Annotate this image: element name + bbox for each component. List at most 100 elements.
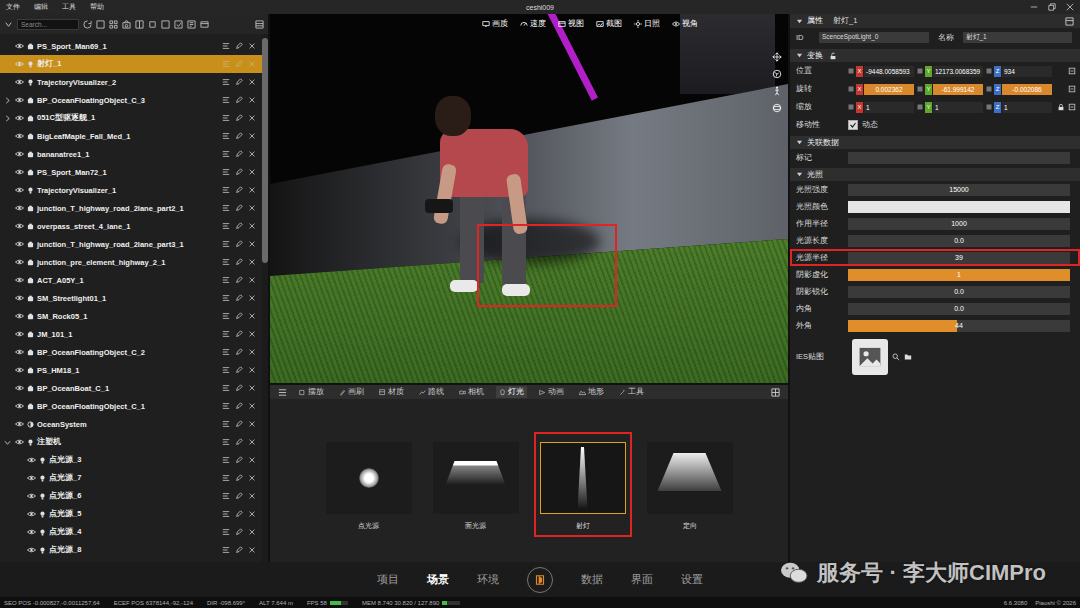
toolbar-icon[interactable] [135, 20, 144, 29]
vector-field[interactable]: Y 1 [917, 102, 983, 113]
vector-field[interactable]: X -9448.0058593 [848, 66, 914, 77]
details-icon[interactable] [222, 240, 230, 248]
viewport-tool[interactable]: 日照 [634, 18, 660, 29]
details-icon[interactable] [222, 474, 230, 482]
eye-icon[interactable] [15, 295, 24, 301]
details-icon[interactable] [222, 150, 230, 158]
toolbar-icon[interactable] [200, 20, 209, 29]
asset-tab[interactable]: 材质 [376, 386, 407, 398]
pencil-icon[interactable] [235, 420, 243, 428]
minimize-icon[interactable] [1030, 3, 1038, 11]
menu-item[interactable]: 文件 [6, 2, 20, 12]
details-icon[interactable] [222, 420, 230, 428]
delete-icon[interactable] [248, 168, 256, 176]
delete-icon[interactable] [248, 42, 256, 50]
close-icon[interactable] [1066, 3, 1074, 11]
delete-icon[interactable] [248, 78, 256, 86]
asset-card[interactable]: 定向 [643, 434, 737, 535]
outliner-row[interactable]: 点光源_7 [0, 469, 262, 487]
nav-item[interactable]: 环境 [477, 573, 499, 587]
details-icon[interactable] [222, 186, 230, 194]
delete-icon[interactable] [248, 240, 256, 248]
outliner-row[interactable]: 点光源_8 [0, 541, 262, 559]
pencil-icon[interactable] [235, 456, 243, 464]
delete-icon[interactable] [248, 186, 256, 194]
outliner-row[interactable]: TrajectoryVisualizer_1 [0, 181, 262, 199]
outliner-row[interactable]: SM_Rock05_1 [0, 307, 262, 325]
eye-icon[interactable] [15, 385, 24, 391]
number-field[interactable]: 0.0 [848, 286, 1070, 298]
delete-icon[interactable] [248, 510, 256, 518]
eye-icon[interactable] [15, 169, 24, 175]
details-icon[interactable] [222, 366, 230, 374]
delete-icon[interactable] [248, 384, 256, 392]
pencil-icon[interactable] [235, 492, 243, 500]
toolbar-icon[interactable] [174, 20, 183, 29]
outliner-row[interactable]: junction_pre_element_highway_2_1 [0, 253, 262, 271]
delete-icon[interactable] [248, 222, 256, 230]
delete-icon[interactable] [248, 114, 256, 122]
caret-icon[interactable] [796, 139, 803, 146]
section-header[interactable]: 变换 [790, 49, 1080, 62]
asset-tab[interactable]: 相机 [456, 386, 487, 398]
details-icon[interactable] [222, 78, 230, 86]
slider-field[interactable]: 44 [848, 320, 1070, 332]
eye-icon[interactable] [15, 151, 24, 157]
outliner-row[interactable]: junction_T_highway_road_2lane_part2_1 [0, 199, 262, 217]
vector-field[interactable]: Y -61.999142 [917, 84, 983, 95]
nav-item[interactable]: 界面 [631, 573, 653, 587]
toolbar-icon[interactable] [187, 20, 196, 29]
grid-view-icon[interactable] [771, 388, 780, 397]
delete-icon[interactable] [248, 96, 256, 104]
texture-thumbnail[interactable] [852, 339, 888, 375]
nav-item[interactable]: 项目 [377, 573, 399, 587]
collapse-icon[interactable] [4, 20, 13, 29]
outliner-row[interactable]: bananatree1_1 [0, 145, 262, 163]
nav-item[interactable]: 设置 [681, 573, 703, 587]
outliner-row[interactable]: BP_OceanFloatingObject_C_3 [0, 91, 262, 109]
details-icon[interactable] [222, 510, 230, 518]
outliner-row[interactable]: BP_OceanFloatingObject_C_1 [0, 397, 262, 415]
eye-icon[interactable] [27, 493, 36, 499]
details-icon[interactable] [222, 492, 230, 500]
tag-field[interactable] [848, 152, 1070, 164]
details-icon[interactable] [222, 114, 230, 122]
details-icon[interactable] [222, 294, 230, 302]
outliner-row[interactable]: 点光源_4 [0, 523, 262, 541]
pencil-icon[interactable] [235, 276, 243, 284]
eye-icon[interactable] [27, 529, 36, 535]
number-field[interactable]: 1000 [848, 218, 1070, 230]
name-field[interactable]: 射灯_1 [963, 32, 1073, 43]
folder-icon[interactable] [904, 353, 912, 361]
delete-icon[interactable] [248, 474, 256, 482]
details-icon[interactable] [222, 312, 230, 320]
eye-icon[interactable] [27, 475, 36, 481]
pencil-icon[interactable] [235, 258, 243, 266]
eye-icon[interactable] [27, 511, 36, 517]
panel-menu-icon[interactable] [1065, 17, 1074, 26]
pencil-icon[interactable] [235, 168, 243, 176]
reset-icon[interactable] [1068, 103, 1076, 111]
asset-tab[interactable]: 工具 [616, 386, 647, 398]
vector-field[interactable]: Z -0.002086 [986, 84, 1052, 95]
eye-icon[interactable] [15, 331, 24, 337]
number-field[interactable]: 0.0 [848, 303, 1070, 315]
eye-icon[interactable] [15, 97, 24, 103]
delete-icon[interactable] [248, 276, 256, 284]
eye-icon[interactable] [15, 313, 24, 319]
eye-icon[interactable] [15, 403, 24, 409]
pencil-icon[interactable] [235, 402, 243, 410]
eye-icon[interactable] [15, 115, 24, 121]
details-icon[interactable] [222, 348, 230, 356]
outliner-row[interactable]: BigLeafMaple_Fall_Med_1 [0, 127, 262, 145]
delete-icon[interactable] [248, 402, 256, 410]
id-field[interactable]: ScenceSpotLight_0 [819, 32, 929, 43]
asset-tab[interactable]: 地形 [576, 386, 607, 398]
outliner-row[interactable]: PS_Sport_Man72_1 [0, 163, 262, 181]
pencil-icon[interactable] [235, 60, 243, 68]
vector-field[interactable]: Z 934 [986, 66, 1052, 77]
menu-item[interactable]: 工具 [62, 2, 76, 12]
delete-icon[interactable] [248, 366, 256, 374]
collapsed-arrow-icon[interactable] [4, 115, 11, 122]
delete-icon[interactable] [248, 312, 256, 320]
